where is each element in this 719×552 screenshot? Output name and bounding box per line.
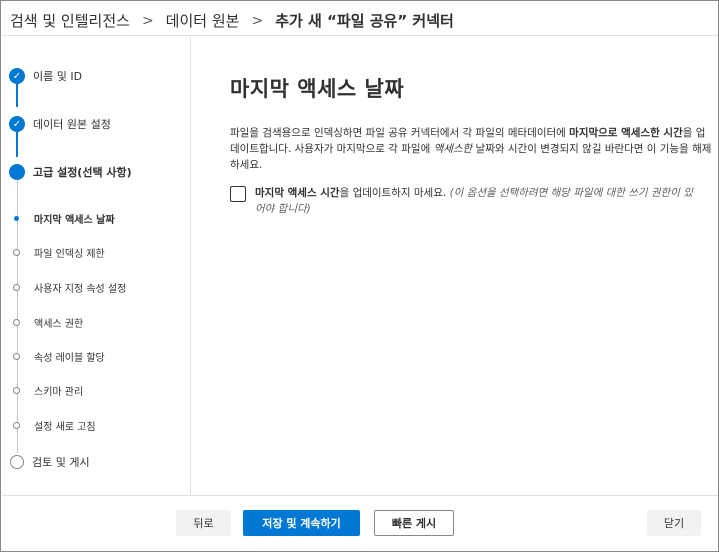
substep-manage-schema[interactable]: 스키마 관리 <box>13 383 83 398</box>
do-not-update-checkbox[interactable] <box>230 186 246 202</box>
header: 검색 및 인텔리전스 > 데이터 원본 > 추가 새 “파일 공유” 커넥터 <box>2 2 718 36</box>
substep-label: 설정 새로 고침 <box>34 422 96 433</box>
substep-dot-icon <box>13 422 20 429</box>
description-bold-text: 마지막으로 액세스한 시간 <box>569 127 683 139</box>
check-icon: ✓ <box>9 68 25 84</box>
step-connector <box>16 132 18 157</box>
back-button[interactable]: 뒤로 <box>176 510 231 536</box>
description-text: 파일을 검색용으로 인덱싱하면 파일 공유 커넥터에서 각 파일의 메타데이터에 <box>230 127 570 139</box>
step-advanced-settings[interactable]: 고급 설정(선택 사항) <box>9 164 132 180</box>
connector-wizard-window: 검색 및 인텔리전스 > 데이터 원본 > 추가 새 “파일 공유” 커넥터 ✓… <box>0 0 719 552</box>
close-button[interactable]: 닫기 <box>647 510 701 536</box>
current-step-icon <box>9 164 25 180</box>
breadcrumb-data-sources[interactable]: 데이터 원본 <box>166 10 240 31</box>
page-description: 파일을 검색용으로 인덱싱하면 파일 공유 커넥터에서 각 파일의 메타데이터에… <box>230 125 714 173</box>
substep-dot-icon <box>13 284 20 291</box>
do-not-update-last-access-option[interactable]: 마지막 액세스 시간을 업데이트하지 마세요. (이 옵션을 선택하려면 해당 … <box>230 185 695 217</box>
step-review-publish[interactable]: 검토 및 게시 <box>9 454 90 470</box>
description-italic-text: 액세스한 <box>433 143 473 155</box>
quick-publish-button[interactable]: 빠른 게시 <box>374 510 454 536</box>
substep-dot-icon <box>13 249 20 256</box>
substep-label: 마지막 액세스 날짜 <box>34 215 115 226</box>
page-title: 마지막 액세스 날짜 <box>230 77 405 101</box>
checkbox-label-text: 을 업데이트하지 마세요. <box>339 187 447 199</box>
substep-refresh-settings[interactable]: 설정 새로 고침 <box>13 418 96 433</box>
step-label: 검토 및 게시 <box>32 456 90 469</box>
substep-dot-icon <box>13 319 20 326</box>
footer-bar: 뒤로 저장 및 계속하기 빠른 게시 닫기 <box>2 495 718 551</box>
step-label: 데이터 원본 설정 <box>33 118 111 131</box>
checkbox-label-bold: 마지막 액세스 시간 <box>255 187 340 199</box>
substep-file-indexing-limit[interactable]: 파일 인덱싱 제한 <box>13 245 105 260</box>
substep-dot-icon <box>13 353 20 360</box>
breadcrumb: 검색 및 인텔리전스 > 데이터 원본 > 추가 새 “파일 공유” 커넥터 <box>10 10 454 31</box>
checkbox-label: 마지막 액세스 시간을 업데이트하지 마세요. (이 옵션을 선택하려면 해당 … <box>255 185 695 217</box>
check-icon: ✓ <box>9 116 25 132</box>
substep-assign-property-labels[interactable]: 속성 레이블 할당 <box>13 349 105 364</box>
step-connector <box>16 83 18 107</box>
breadcrumb-separator-icon: > <box>141 12 154 29</box>
substep-label: 사용자 지정 속성 설정 <box>34 284 127 295</box>
step-name-id[interactable]: ✓ 이름 및 ID <box>9 68 82 84</box>
main-content: 마지막 액세스 날짜 파일을 검색용으로 인덱싱하면 파일 공유 커넥터에서 각… <box>192 37 718 494</box>
substep-custom-properties[interactable]: 사용자 지정 속성 설정 <box>13 280 126 295</box>
breadcrumb-separator-icon: > <box>251 12 264 29</box>
pending-step-icon <box>10 455 24 469</box>
breadcrumb-search-intelligence[interactable]: 검색 및 인텔리전스 <box>10 10 130 31</box>
step-label: 고급 설정(선택 사항) <box>33 166 132 179</box>
wizard-steps-nav: ✓ 이름 및 ID ✓ 데이터 원본 설정 고급 설정(선택 사항) 마지막 액… <box>2 37 191 494</box>
substep-last-access-date[interactable]: 마지막 액세스 날짜 <box>13 211 115 226</box>
substep-label: 속성 레이블 할당 <box>34 353 105 364</box>
breadcrumb-current: 추가 새 “파일 공유” 커넥터 <box>275 12 454 30</box>
substep-dot-icon <box>13 387 20 394</box>
substep-label: 액세스 권한 <box>34 319 84 330</box>
step-label: 이름 및 ID <box>33 70 83 83</box>
step-data-source-settings[interactable]: ✓ 데이터 원본 설정 <box>9 116 111 132</box>
substep-label: 스키마 관리 <box>34 387 84 398</box>
substep-label: 파일 인덱싱 제한 <box>34 249 105 260</box>
save-continue-button[interactable]: 저장 및 계속하기 <box>243 510 360 536</box>
substep-active-dot-icon <box>14 216 19 221</box>
substep-access-permissions[interactable]: 액세스 권한 <box>13 315 83 330</box>
